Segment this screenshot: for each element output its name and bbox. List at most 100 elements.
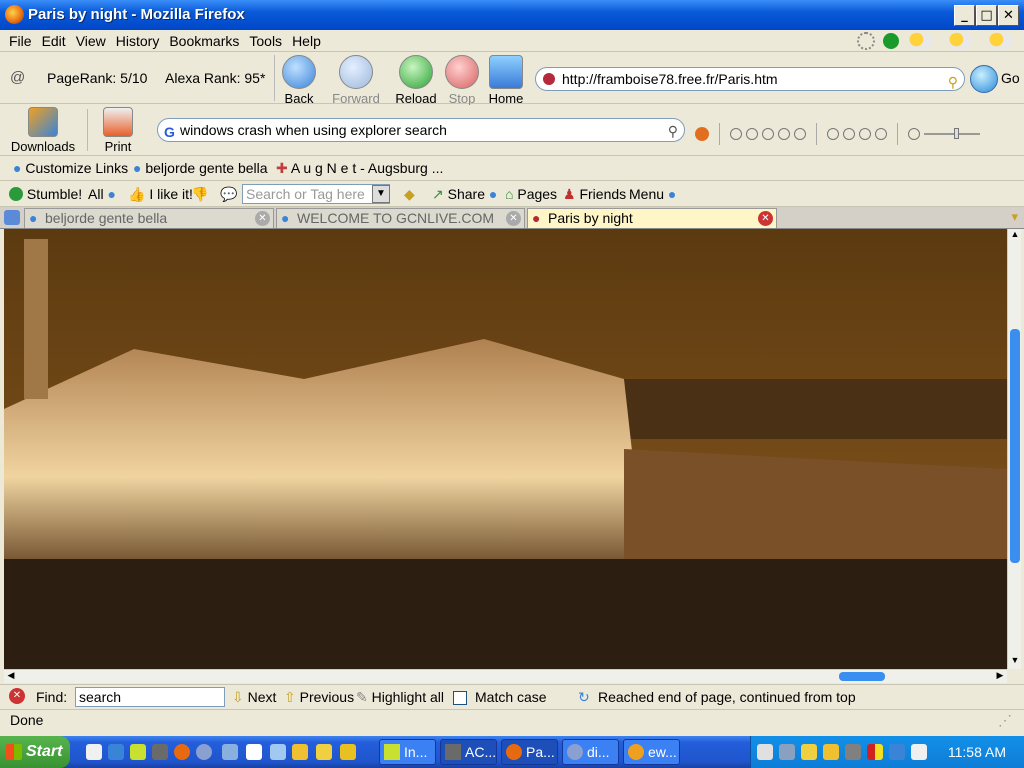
taskbar-item[interactable]: In...: [379, 739, 436, 765]
go-icon[interactable]: [970, 65, 998, 93]
quicklaunch-notepad-icon[interactable]: [246, 744, 262, 760]
tray-app-icon[interactable]: [845, 744, 861, 760]
home-button[interactable]: Home: [481, 55, 531, 106]
reload-button[interactable]: Reload: [391, 55, 441, 106]
tray-app-icon[interactable]: [823, 744, 839, 760]
menu-history[interactable]: History: [111, 30, 165, 52]
scroll-right-icon[interactable]: ▶: [993, 670, 1007, 682]
taskbar-item[interactable]: AC...: [440, 739, 497, 765]
status-green-icon[interactable]: [883, 33, 899, 49]
quicklaunch-app-icon[interactable]: [270, 744, 286, 760]
quicklaunch-ie-icon[interactable]: [108, 744, 124, 760]
resize-grip-icon[interactable]: ⋰: [998, 710, 1012, 731]
match-case-checkbox[interactable]: [453, 691, 467, 705]
tab-close-icon[interactable]: ✕: [758, 211, 773, 226]
media-stop-icon[interactable]: [778, 128, 790, 140]
vertical-scroll-thumb[interactable]: [1010, 329, 1020, 563]
network-tray-icon[interactable]: [779, 744, 795, 760]
stumble-menu-button[interactable]: Menu ●: [629, 186, 676, 202]
search-input[interactable]: G windows crash when using explorer sear…: [157, 118, 685, 142]
print-button[interactable]: Print: [93, 107, 143, 154]
quicklaunch-thunderbird-icon[interactable]: [196, 744, 212, 760]
volume-slider-thumb[interactable]: [954, 128, 959, 139]
pages-button[interactable]: ⌂ Pages: [505, 186, 557, 202]
quicklaunch-desktop-icon[interactable]: [86, 744, 102, 760]
media-shuffle-icon[interactable]: [843, 128, 855, 140]
weather-cloud-icon[interactable]: [948, 33, 972, 49]
downloads-button[interactable]: Downloads: [7, 107, 79, 154]
scroll-up-icon[interactable]: ▲: [1009, 229, 1021, 243]
tab-paris-by-night[interactable]: ● Paris by night ✕: [527, 208, 777, 228]
volume-icon[interactable]: [908, 128, 920, 140]
tray-app-icon[interactable]: [889, 744, 905, 760]
tray-app-icon[interactable]: [801, 744, 817, 760]
quicklaunch-firefox-icon[interactable]: [174, 744, 190, 760]
menu-tools[interactable]: Tools: [244, 30, 287, 52]
find-next-button[interactable]: ⇩ Next: [232, 689, 276, 706]
media-record-icon[interactable]: [695, 127, 709, 141]
vertical-scrollbar[interactable]: ▲ ▼: [1007, 229, 1021, 669]
close-button[interactable]: ✕: [998, 5, 1019, 26]
horizontal-scroll-thumb[interactable]: [839, 672, 885, 681]
stumble-button[interactable]: Stumble!: [9, 186, 82, 202]
stumble-search-input[interactable]: Search or Tag here: [242, 184, 390, 204]
menu-view[interactable]: View: [71, 30, 111, 52]
friends-button[interactable]: ♟ Friends: [563, 186, 626, 203]
stumble-search-dropdown-icon[interactable]: ▼: [372, 185, 390, 203]
taskbar-item[interactable]: di...: [562, 739, 619, 765]
scroll-left-icon[interactable]: ◀: [4, 670, 18, 682]
back-button[interactable]: Back: [274, 55, 324, 106]
url-bar[interactable]: http://framboise78.free.fr/Paris.htm ⚲: [535, 67, 965, 91]
media-play-icon[interactable]: [746, 128, 758, 140]
i-like-it-button[interactable]: 👍 I like it!: [128, 186, 193, 203]
tab-gcnlive[interactable]: ● WELCOME TO GCNLIVE.COM ✕: [276, 208, 525, 228]
stop-button[interactable]: Stop: [437, 55, 487, 106]
media-previous-icon[interactable]: [730, 128, 742, 140]
media-pause-icon[interactable]: [762, 128, 774, 140]
quicklaunch-app-icon[interactable]: [222, 744, 238, 760]
comment-icon[interactable]: 💬: [220, 186, 237, 203]
quicklaunch-app-icon[interactable]: [340, 744, 356, 760]
menu-help[interactable]: Help: [287, 30, 326, 52]
media-eject-icon[interactable]: [859, 128, 871, 140]
scroll-down-icon[interactable]: ▼: [1009, 655, 1021, 669]
quicklaunch-app-icon[interactable]: [316, 744, 332, 760]
bookmark-beljorde[interactable]: ● beljorde gente bella: [133, 160, 268, 176]
volume-tray-icon[interactable]: [757, 744, 773, 760]
find-input[interactable]: search: [75, 687, 225, 707]
go-button[interactable]: Go: [1001, 70, 1020, 86]
weather-cloud-icon[interactable]: [908, 33, 932, 49]
minimize-button[interactable]: _: [954, 5, 975, 26]
thumbs-down-icon[interactable]: 👎: [191, 186, 208, 203]
find-previous-button[interactable]: ⇧ Previous: [284, 689, 354, 706]
tag-icon[interactable]: ◆: [404, 186, 415, 203]
bookmark-star-icon[interactable]: ⚲: [948, 71, 958, 93]
taskbar-item[interactable]: ew...: [623, 739, 680, 765]
bookmark-customize-links[interactable]: ● Customize Links: [13, 160, 128, 176]
at-icon[interactable]: @: [10, 69, 25, 86]
bookmark-augnet[interactable]: ✚ A u g N e t - Augsburg ...: [276, 160, 443, 177]
menu-file[interactable]: File: [4, 30, 37, 52]
quicklaunch-app-icon[interactable]: [152, 744, 168, 760]
quicklaunch-app-icon[interactable]: [130, 744, 146, 760]
volume-slider[interactable]: [924, 128, 980, 139]
list-all-tabs-icon[interactable]: [4, 210, 20, 225]
menu-edit[interactable]: Edit: [37, 30, 71, 52]
tray-app-icon[interactable]: [867, 744, 883, 760]
horizontal-scrollbar[interactable]: ◀ ▶: [4, 669, 1007, 683]
tab-scroll-icon[interactable]: ▾: [1011, 209, 1018, 225]
media-next-icon[interactable]: [794, 128, 806, 140]
weather-cloud-icon[interactable]: [988, 33, 1012, 49]
highlight-all-button[interactable]: ✎ Highlight all: [356, 689, 444, 706]
media-options-icon[interactable]: [875, 128, 887, 140]
tab-beljorde[interactable]: ● beljorde gente bella ✕: [24, 208, 274, 228]
taskbar-item[interactable]: Pa...: [501, 739, 558, 765]
share-button[interactable]: ↗ Share ●: [432, 186, 497, 203]
tab-close-icon[interactable]: ✕: [506, 211, 521, 226]
find-close-icon[interactable]: ✕: [9, 688, 25, 704]
media-repeat-icon[interactable]: [827, 128, 839, 140]
mail-tray-icon[interactable]: [911, 744, 927, 760]
maximize-button[interactable]: □: [976, 5, 997, 26]
quicklaunch-app-icon[interactable]: [292, 744, 308, 760]
start-button[interactable]: Start: [0, 736, 70, 768]
